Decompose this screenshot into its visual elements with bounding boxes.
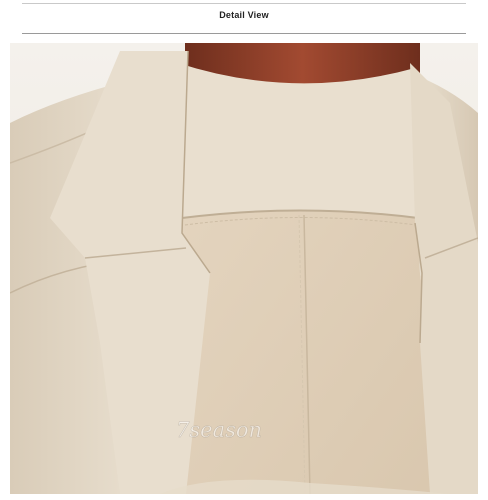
product-photo: 7season bbox=[10, 43, 478, 494]
collar-band bbox=[178, 63, 418, 218]
header-divider-bottom bbox=[22, 33, 466, 34]
coat-collar-illustration: 7season bbox=[10, 43, 478, 494]
header-divider-top bbox=[22, 3, 466, 4]
page-title: Detail View bbox=[219, 10, 269, 20]
header: Detail View bbox=[0, 0, 488, 40]
watermark: 7season bbox=[176, 418, 262, 442]
